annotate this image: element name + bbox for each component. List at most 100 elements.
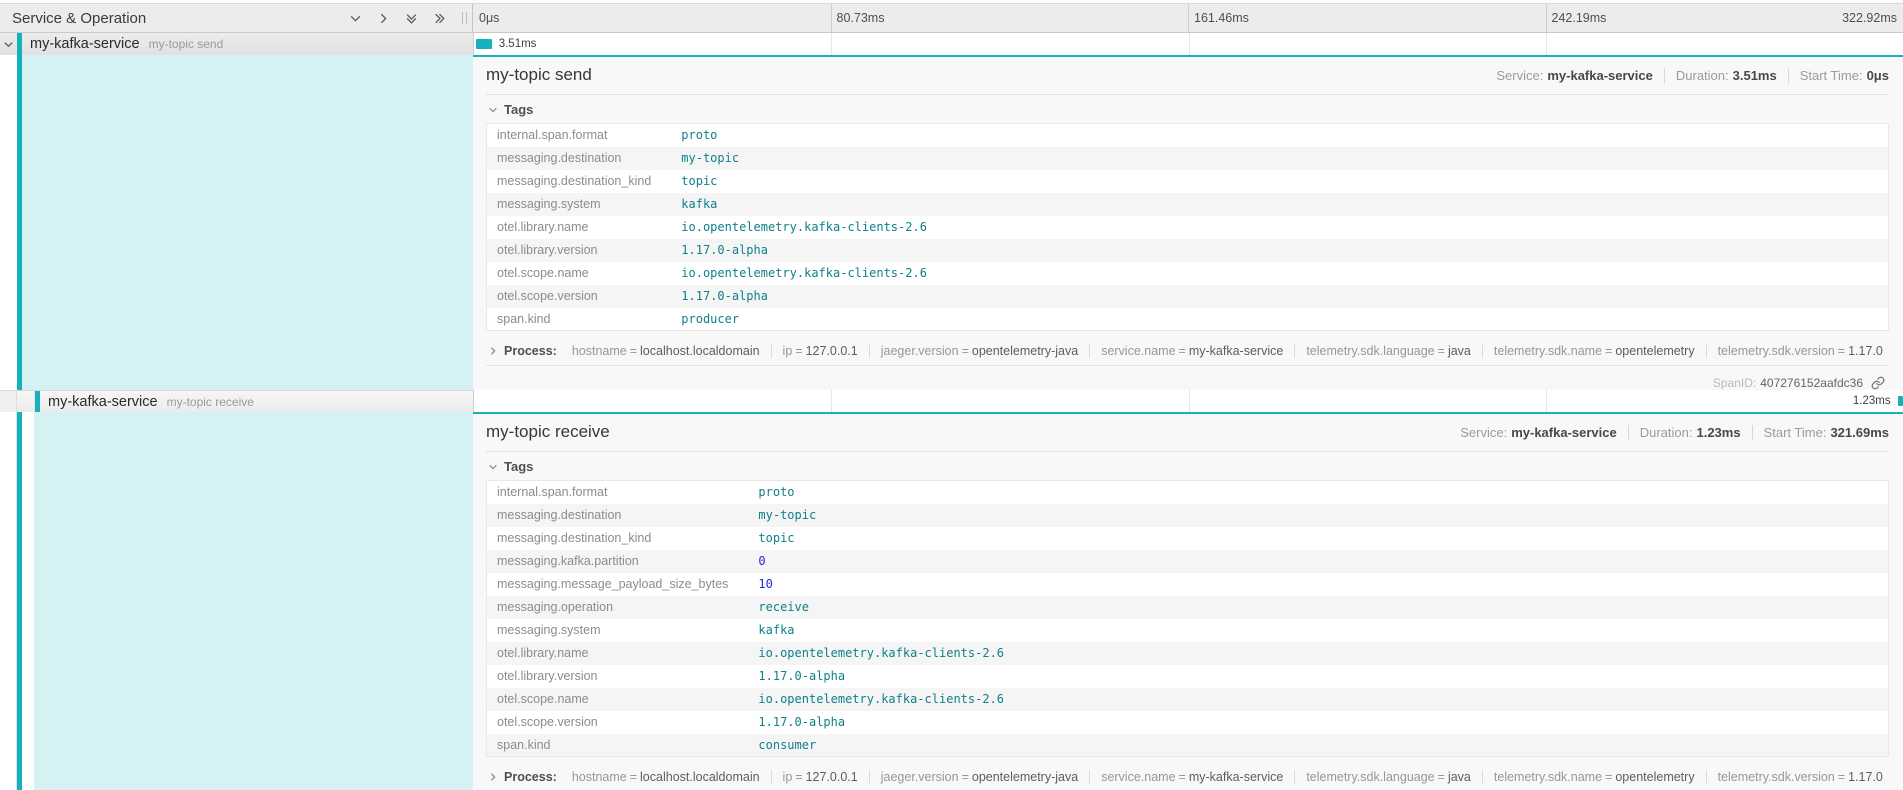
tag-key: otel.library.version (487, 665, 759, 688)
process-accordion-toggle[interactable]: Process: hostname=localhost.localdomain … (486, 339, 1889, 366)
tree-controls (349, 12, 446, 25)
detail-gutter (22, 412, 34, 790)
service-name: my-kafka-service (48, 394, 158, 410)
chevron-right-icon (488, 772, 498, 782)
tag-value: proto (681, 124, 1888, 147)
service-color-bar (35, 391, 40, 412)
process-attr-key: telemetry.sdk.language (1306, 770, 1434, 784)
equals-sign: = (1605, 344, 1612, 358)
process-attribute: ip=127.0.0.1 (771, 344, 869, 358)
equals-sign: = (1438, 344, 1445, 358)
process-attribute: telemetry.sdk.version=1.17.0 (1706, 770, 1889, 784)
process-attr-value: java (1448, 770, 1471, 784)
process-attr-value: opentelemetry-java (972, 770, 1078, 784)
process-attr-value: opentelemetry-java (972, 344, 1078, 358)
process-attr-key: telemetry.sdk.language (1306, 344, 1434, 358)
process-attr-value: localhost.localdomain (640, 344, 760, 358)
tag-row: otel.library.version 1.17.0-alpha (487, 665, 1889, 688)
tag-key: otel.library.name (487, 642, 759, 665)
detail-collapse-area[interactable] (34, 412, 473, 790)
process-attr-value: java (1448, 344, 1471, 358)
tag-row: otel.scope.name io.opentelemetry.kafka-c… (487, 688, 1889, 711)
tag-key: messaging.destination_kind (487, 527, 759, 550)
process-attr-key: telemetry.sdk.name (1494, 344, 1602, 358)
process-attr-key: telemetry.sdk.version (1718, 344, 1835, 358)
chevron-down-icon[interactable] (349, 12, 362, 25)
tag-key: messaging.message_payload_size_bytes (487, 573, 759, 596)
indent-guide (17, 391, 35, 412)
double-chevron-right-icon[interactable] (433, 12, 446, 25)
equals-sign: = (630, 344, 637, 358)
tags-table: internal.span.format proto messaging.des… (486, 123, 1889, 331)
tags-accordion-toggle[interactable]: Tags (486, 95, 1889, 123)
tag-key: messaging.destination (487, 504, 759, 527)
chevron-right-icon[interactable] (377, 12, 390, 25)
tag-key: otel.library.name (487, 216, 682, 239)
span-row-send[interactable]: my-kafka-service my-topic send 3.51ms (0, 33, 1903, 55)
span-detail-receive: my-topic receive Service:my-kafka-servic… (0, 412, 1903, 790)
span-detail-panel: my-topic receive Service:my-kafka-servic… (473, 412, 1903, 790)
double-chevron-down-icon[interactable] (405, 12, 418, 25)
span-duration-bar[interactable] (1898, 396, 1903, 406)
track-gridline (1189, 390, 1190, 412)
span-row-receive[interactable]: my-kafka-service my-topic receive 1.23ms (0, 390, 1903, 412)
tag-value: 1.17.0-alpha (758, 711, 1888, 734)
timeline-ruler[interactable]: 0μs 80.73ms 161.46ms 242.19ms 322.92ms (473, 4, 1903, 32)
process-attr-value: 127.0.0.1 (806, 770, 858, 784)
process-attr-key: ip (783, 770, 793, 784)
tag-value: io.opentelemetry.kafka-clients-2.6 (681, 216, 1888, 239)
process-attr-key: jaeger.version (881, 344, 959, 358)
tag-row: messaging.kafka.partition 0 (487, 550, 1889, 573)
tag-row: span.kind producer (487, 308, 1889, 331)
meta-service: Service:my-kafka-service (1460, 425, 1617, 440)
process-attr-key: service.name (1101, 770, 1175, 784)
tag-value: io.opentelemetry.kafka-clients-2.6 (758, 642, 1888, 665)
process-attr-key: service.name (1101, 344, 1175, 358)
tag-value: io.opentelemetry.kafka-clients-2.6 (681, 262, 1888, 285)
span-name: my-kafka-service my-topic send (30, 36, 223, 52)
ruler-tick: 242.19ms (1552, 11, 1607, 25)
chevron-down-icon (488, 462, 498, 472)
equals-sign: = (795, 770, 802, 784)
tag-value: kafka (681, 193, 1888, 216)
column-resize-handle[interactable] (462, 12, 467, 24)
span-duration-bar[interactable] (476, 39, 492, 49)
span-meta: Service:my-kafka-service Duration:1.23ms… (1460, 425, 1889, 440)
timeline-header: Service & Operation 0μs (0, 3, 1903, 33)
ruler-tick: 0μs (479, 11, 499, 25)
process-attribute: telemetry.sdk.language =java (1294, 344, 1482, 358)
detail-collapse-area[interactable] (22, 55, 473, 390)
tag-row: otel.library.version 1.17.0-alpha (487, 239, 1889, 262)
span-bar-track[interactable]: 3.51ms (473, 33, 1903, 55)
process-accordion-toggle[interactable]: Process: hostname=localhost.localdomain … (486, 765, 1889, 790)
tag-row: messaging.system kafka (487, 193, 1889, 216)
span-name-cell[interactable]: my-kafka-service my-topic send (0, 33, 473, 55)
span-name-cell[interactable]: my-kafka-service my-topic receive (0, 390, 473, 412)
track-gridline (831, 33, 832, 55)
tags-accordion-toggle[interactable]: Tags (486, 452, 1889, 480)
span-detail-panel: my-topic send Service:my-kafka-service D… (473, 55, 1903, 390)
tag-key: otel.scope.name (487, 688, 759, 711)
process-attribute: jaeger.version=opentelemetry-java (869, 344, 1089, 358)
ruler-gridline (1546, 4, 1547, 32)
equals-sign: = (1179, 770, 1186, 784)
track-gridline (831, 390, 832, 412)
process-attribute: service.name=my-kafka-service (1089, 344, 1294, 358)
tag-row: otel.library.name io.opentelemetry.kafka… (487, 216, 1889, 239)
span-id-row: SpanID: 407276152aafdc36 (486, 366, 1889, 390)
chevron-down-icon (488, 105, 498, 115)
span-id-value: 407276152aafdc36 (1760, 376, 1863, 390)
tag-key: internal.span.format (487, 481, 759, 504)
tag-value: my-topic (681, 147, 1888, 170)
ruler-gridline (1188, 4, 1189, 32)
tag-row: messaging.destination my-topic (487, 504, 1889, 527)
chevron-right-icon (488, 346, 498, 356)
tag-row: otel.library.name io.opentelemetry.kafka… (487, 642, 1889, 665)
span-bar-track[interactable]: 1.23ms (473, 390, 1903, 412)
ruler-tick: 80.73ms (837, 11, 885, 25)
collapse-toggle-icon[interactable] (0, 33, 17, 55)
tags-section-label: Tags (504, 102, 533, 117)
process-attr-key: jaeger.version (881, 770, 959, 784)
tag-key: otel.scope.name (487, 262, 682, 285)
link-icon[interactable] (1871, 376, 1885, 390)
